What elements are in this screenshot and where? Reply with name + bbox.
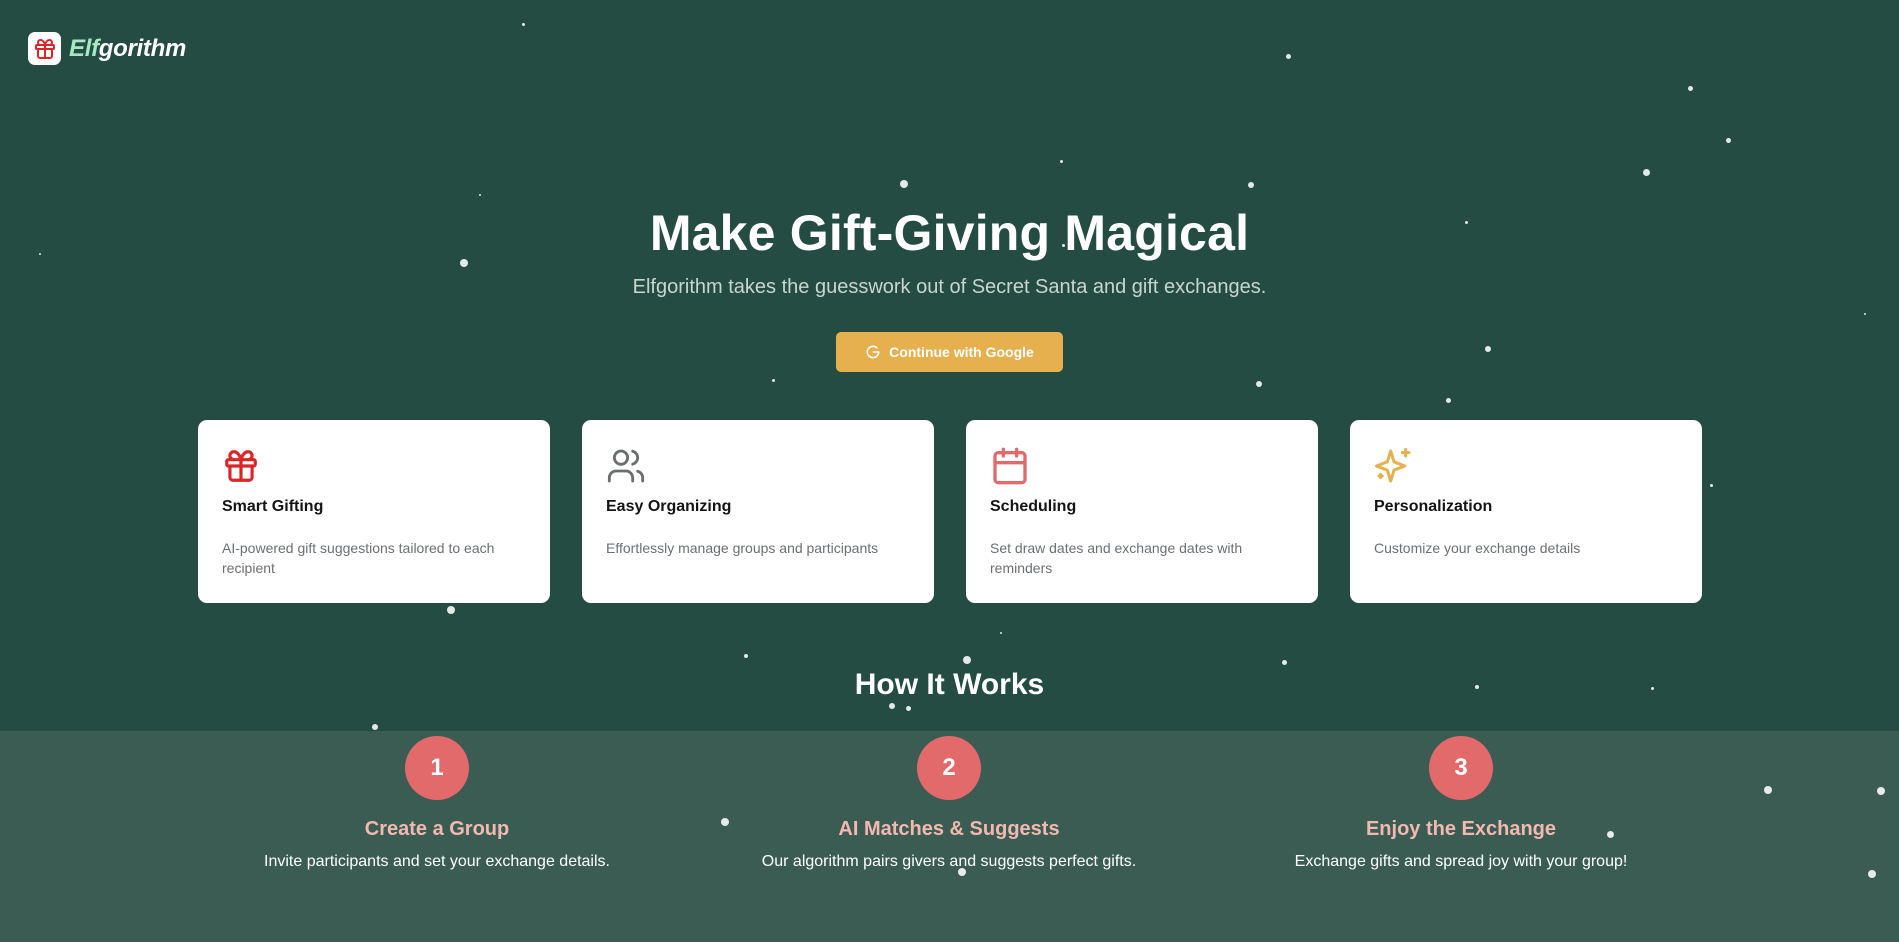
- feature-card-personalization: Personalization Customize your exchange …: [1350, 420, 1702, 603]
- step-ai-matches: 2 AI Matches & Suggests Our algorithm pa…: [699, 736, 1199, 871]
- feature-description: AI-powered gift suggestions tailored to …: [222, 540, 495, 576]
- google-icon: [865, 344, 881, 360]
- step-enjoy-exchange: 3 Enjoy the Exchange Exchange gifts and …: [1211, 736, 1711, 871]
- feature-title: Personalization: [1374, 498, 1493, 515]
- brand-name-suffix: gorithm: [98, 34, 187, 62]
- feature-card-smart-gifting: Smart Gifting AI-powered gift suggestion…: [198, 420, 550, 603]
- step-title: Enjoy the Exchange: [1365, 818, 1557, 840]
- brand-logo[interactable]: Elfgorithm: [28, 32, 186, 65]
- step-description: Our algorithm pairs givers and suggests …: [761, 853, 1137, 870]
- feature-description: Effortlessly manage groups and participa…: [606, 540, 879, 556]
- hero-subtitle: Elfgorithm takes the guesswork out of Se…: [632, 276, 1267, 298]
- step-create-group: 1 Create a Group Invite participants and…: [187, 736, 687, 871]
- users-icon: [606, 446, 910, 486]
- calendar-icon: [990, 446, 1294, 486]
- feature-card-scheduling: Scheduling Set draw dates and exchange d…: [966, 420, 1318, 603]
- gift-icon: [222, 446, 526, 486]
- step-description: Exchange gifts and spread joy with your …: [1294, 853, 1628, 870]
- feature-title: Scheduling: [990, 498, 1077, 515]
- feature-card-easy-organizing: Easy Organizing Effortlessly manage grou…: [582, 420, 934, 603]
- step-number-badge: 3: [1429, 736, 1493, 800]
- feature-title: Easy Organizing: [606, 498, 732, 515]
- continue-with-google-button[interactable]: Continue with Google: [836, 332, 1063, 372]
- how-it-works-title: How It Works: [854, 668, 1045, 701]
- brand-name-prefix: Elf: [69, 34, 99, 62]
- step-title: AI Matches & Suggests: [838, 818, 1060, 840]
- hero-title: Make Gift-Giving Magical: [649, 205, 1250, 261]
- brand-name: Elfgorithm: [69, 35, 186, 63]
- feature-description: Customize your exchange details: [1374, 540, 1581, 556]
- feature-description: Set draw dates and exchange dates with r…: [990, 540, 1243, 576]
- step-description: Invite participants and set your exchang…: [264, 853, 610, 870]
- feature-cards: Smart Gifting AI-powered gift suggestion…: [198, 420, 1702, 603]
- continue-with-google-label: Continue with Google: [889, 344, 1034, 360]
- feature-title: Smart Gifting: [222, 498, 324, 515]
- step-title: Create a Group: [364, 818, 510, 840]
- step-number-badge: 1: [405, 736, 469, 800]
- gift-icon: [28, 32, 61, 65]
- step-number-badge: 2: [917, 736, 981, 800]
- hero-section: Make Gift-Giving Magical Elfgorithm take…: [0, 204, 1899, 299]
- sparkles-icon: [1374, 446, 1678, 486]
